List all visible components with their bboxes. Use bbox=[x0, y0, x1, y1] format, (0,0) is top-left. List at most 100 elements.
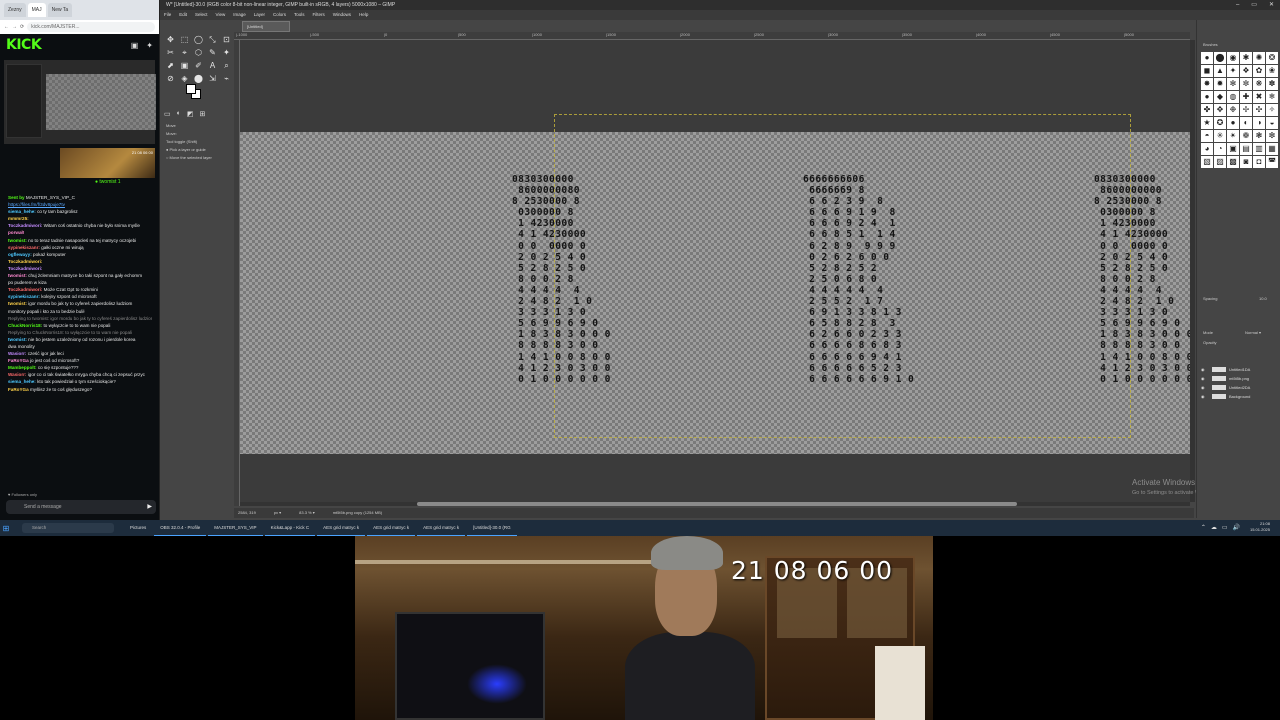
stream-player[interactable] bbox=[4, 60, 156, 144]
zoom-select[interactable]: 83.3 % ▾ bbox=[299, 508, 315, 518]
brush-preset-icon[interactable]: ❋ bbox=[1253, 78, 1265, 90]
reload-icon[interactable]: ⟳ bbox=[20, 24, 24, 30]
chat-username[interactable]: Toczkadmiwori: bbox=[8, 287, 42, 292]
chat-username[interactable]: Mambeppolt: bbox=[8, 365, 37, 370]
chat-username[interactable]: ogflewayy: bbox=[8, 252, 32, 257]
brush-preset-icon[interactable]: ✴ bbox=[1227, 130, 1239, 142]
brush-preset-icon[interactable]: ◆ bbox=[1214, 91, 1226, 103]
brush-preset-icon[interactable]: ▩ bbox=[1227, 156, 1239, 168]
menu-filters[interactable]: Filters bbox=[313, 10, 325, 20]
brush-preset-icon[interactable]: ◑ bbox=[1253, 117, 1265, 129]
brush-preset-icon[interactable]: ✹ bbox=[1214, 78, 1226, 90]
brush-preset-icon[interactable]: ▥ bbox=[1253, 143, 1265, 155]
popout-icon[interactable]: ▣ bbox=[131, 41, 139, 50]
dock-tab-icon[interactable]: ▭ bbox=[164, 110, 171, 122]
taskbar-app[interactable]: [Untitled]-30.0 (RG bbox=[467, 520, 517, 536]
brush-preset-icon[interactable]: ● bbox=[1227, 117, 1239, 129]
brush-preset-icon[interactable]: ◘ bbox=[1253, 156, 1265, 168]
scroll-thumb[interactable] bbox=[417, 502, 1017, 506]
layer-row[interactable]: ◉ Untitled1DA bbox=[1201, 366, 1277, 374]
horizontal-scrollbar[interactable] bbox=[240, 502, 1190, 506]
brush-preset-icon[interactable]: ◕ bbox=[1201, 143, 1213, 155]
chat-username[interactable]: twomist: bbox=[8, 273, 27, 278]
chat-username[interactable]: mmmr25: bbox=[8, 216, 29, 221]
dock-tab-icon[interactable]: ◩ bbox=[187, 110, 194, 122]
brush-preset-icon[interactable]: ❖ bbox=[1240, 65, 1252, 77]
tool-icon[interactable]: ✎ bbox=[206, 47, 219, 59]
horizontal-ruler[interactable]: |-1000 |-500 |0 |500 |1000 |1500 |2000 |2500 |30… bbox=[234, 32, 1208, 40]
brush-preset-icon[interactable]: ◼ bbox=[1201, 65, 1213, 77]
menu-image[interactable]: Image bbox=[233, 10, 246, 20]
brush-preset-icon[interactable]: ◒ bbox=[1266, 117, 1278, 129]
spacing-value[interactable]: 10.0 bbox=[1259, 296, 1267, 301]
chat-username[interactable]: ChuckNorris18: bbox=[8, 323, 42, 328]
tray-icon[interactable]: ▭ bbox=[1222, 524, 1228, 531]
mode-select[interactable]: Normal ▾ bbox=[1245, 330, 1261, 335]
brush-preset-icon[interactable]: ✤ bbox=[1201, 104, 1213, 116]
tool-icon[interactable]: ⊘ bbox=[164, 73, 177, 85]
minimize-icon[interactable]: – bbox=[1236, 0, 1239, 10]
gift-icon[interactable]: ✦ bbox=[146, 41, 153, 50]
brush-preset-icon[interactable]: ▤ bbox=[1240, 143, 1252, 155]
tool-icon[interactable]: ⌁ bbox=[220, 73, 233, 85]
taskbar-app[interactable]: Kick&Lapp - Kick C bbox=[264, 520, 316, 536]
tray-icon[interactable]: 🔊 bbox=[1233, 524, 1240, 531]
menu-tools[interactable]: Tools bbox=[294, 10, 305, 20]
chat-username[interactable]: Wasiorr: bbox=[8, 372, 26, 377]
menu-help[interactable]: Help bbox=[359, 10, 368, 20]
brush-preset-icon[interactable]: ✢ bbox=[1240, 104, 1252, 116]
address-bar[interactable]: kick.com/MAJSTER... bbox=[27, 22, 155, 32]
tool-icon[interactable]: ⤡ bbox=[206, 34, 219, 46]
tool-icon[interactable]: ◯ bbox=[192, 34, 205, 46]
tool-icon[interactable]: ✦ bbox=[220, 47, 233, 59]
browser-tab[interactable]: Zezny bbox=[4, 3, 26, 17]
unit-select[interactable]: px ▾ bbox=[274, 508, 281, 518]
brush-preset-icon[interactable]: ✚ bbox=[1240, 91, 1252, 103]
brush-preset-icon[interactable]: ✥ bbox=[1214, 104, 1226, 116]
menu-select[interactable]: Select bbox=[195, 10, 208, 20]
brush-preset-icon[interactable]: ✱ bbox=[1240, 52, 1252, 64]
layer-row[interactable]: ◉ Background bbox=[1201, 393, 1277, 401]
brush-preset-icon[interactable]: ▧ bbox=[1201, 156, 1213, 168]
vertical-scrollbar[interactable] bbox=[1190, 40, 1195, 502]
visibility-eye-icon[interactable]: ◉ bbox=[1201, 393, 1209, 401]
brush-preset-icon[interactable]: ✦ bbox=[1227, 65, 1239, 77]
brush-preset-icon[interactable]: ◍ bbox=[1227, 91, 1239, 103]
chat-username[interactable]: Sent by bbox=[8, 195, 25, 200]
brush-preset-icon[interactable]: ▨ bbox=[1214, 156, 1226, 168]
taskbar-app[interactable]: Pictures bbox=[124, 520, 152, 536]
dock-tab-icon[interactable]: ◐ bbox=[177, 110, 181, 122]
chat-username[interactable]: sypinekiszanr: bbox=[8, 245, 40, 250]
menu-colors[interactable]: Colors bbox=[273, 10, 286, 20]
chat-username[interactable]: Toczkadmiwori: bbox=[8, 223, 42, 228]
menu-edit[interactable]: Edit bbox=[179, 10, 187, 20]
layer-row[interactable]: ◉ mt5t5b.png bbox=[1201, 375, 1277, 383]
chat-username[interactable]: Wasiorr: bbox=[8, 351, 26, 356]
taskbar-app[interactable]: AES grid matryc k bbox=[317, 520, 366, 536]
brush-preset-icon[interactable]: ✺ bbox=[1253, 52, 1265, 64]
taskbar-app[interactable]: MAJSTER_SYS_VIP bbox=[208, 520, 263, 536]
tool-icon[interactable]: ⬈ bbox=[164, 60, 177, 72]
brush-preset-icon[interactable]: ❁ bbox=[1240, 130, 1252, 142]
brush-preset-icon[interactable]: ✳ bbox=[1214, 130, 1226, 142]
brush-preset-icon[interactable]: ◉ bbox=[1227, 52, 1239, 64]
send-icon[interactable]: ▶ bbox=[147, 500, 152, 514]
menu-windows[interactable]: Windows bbox=[333, 10, 351, 20]
tool-icon[interactable]: ✂ bbox=[164, 47, 177, 59]
brush-preset-icon[interactable]: ✿ bbox=[1253, 65, 1265, 77]
brush-preset-icon[interactable]: ✻ bbox=[1227, 78, 1239, 90]
chat-username[interactable]: twomist: bbox=[8, 337, 27, 342]
taskbar-app[interactable]: OBS 32.0.4 - Profile bbox=[154, 520, 207, 536]
taskbar-app[interactable]: AES grid matryc k bbox=[417, 520, 466, 536]
tool-icon[interactable]: ⌕ bbox=[220, 60, 233, 72]
chat-username[interactable]: twomist: bbox=[8, 301, 27, 306]
chat-username[interactable]: twomist: bbox=[8, 238, 27, 243]
close-icon[interactable]: ✕ bbox=[1269, 0, 1274, 10]
brush-preset-icon[interactable]: ❀ bbox=[1266, 65, 1278, 77]
maximize-icon[interactable]: ▭ bbox=[1251, 0, 1257, 10]
tray-icon[interactable]: ☁ bbox=[1211, 524, 1217, 531]
menu-layer[interactable]: Layer bbox=[254, 10, 265, 20]
fg-bg-color-swatch[interactable] bbox=[186, 84, 201, 99]
tool-icon[interactable]: ▣ bbox=[178, 60, 191, 72]
brush-preset-icon[interactable]: ❃ bbox=[1253, 130, 1265, 142]
